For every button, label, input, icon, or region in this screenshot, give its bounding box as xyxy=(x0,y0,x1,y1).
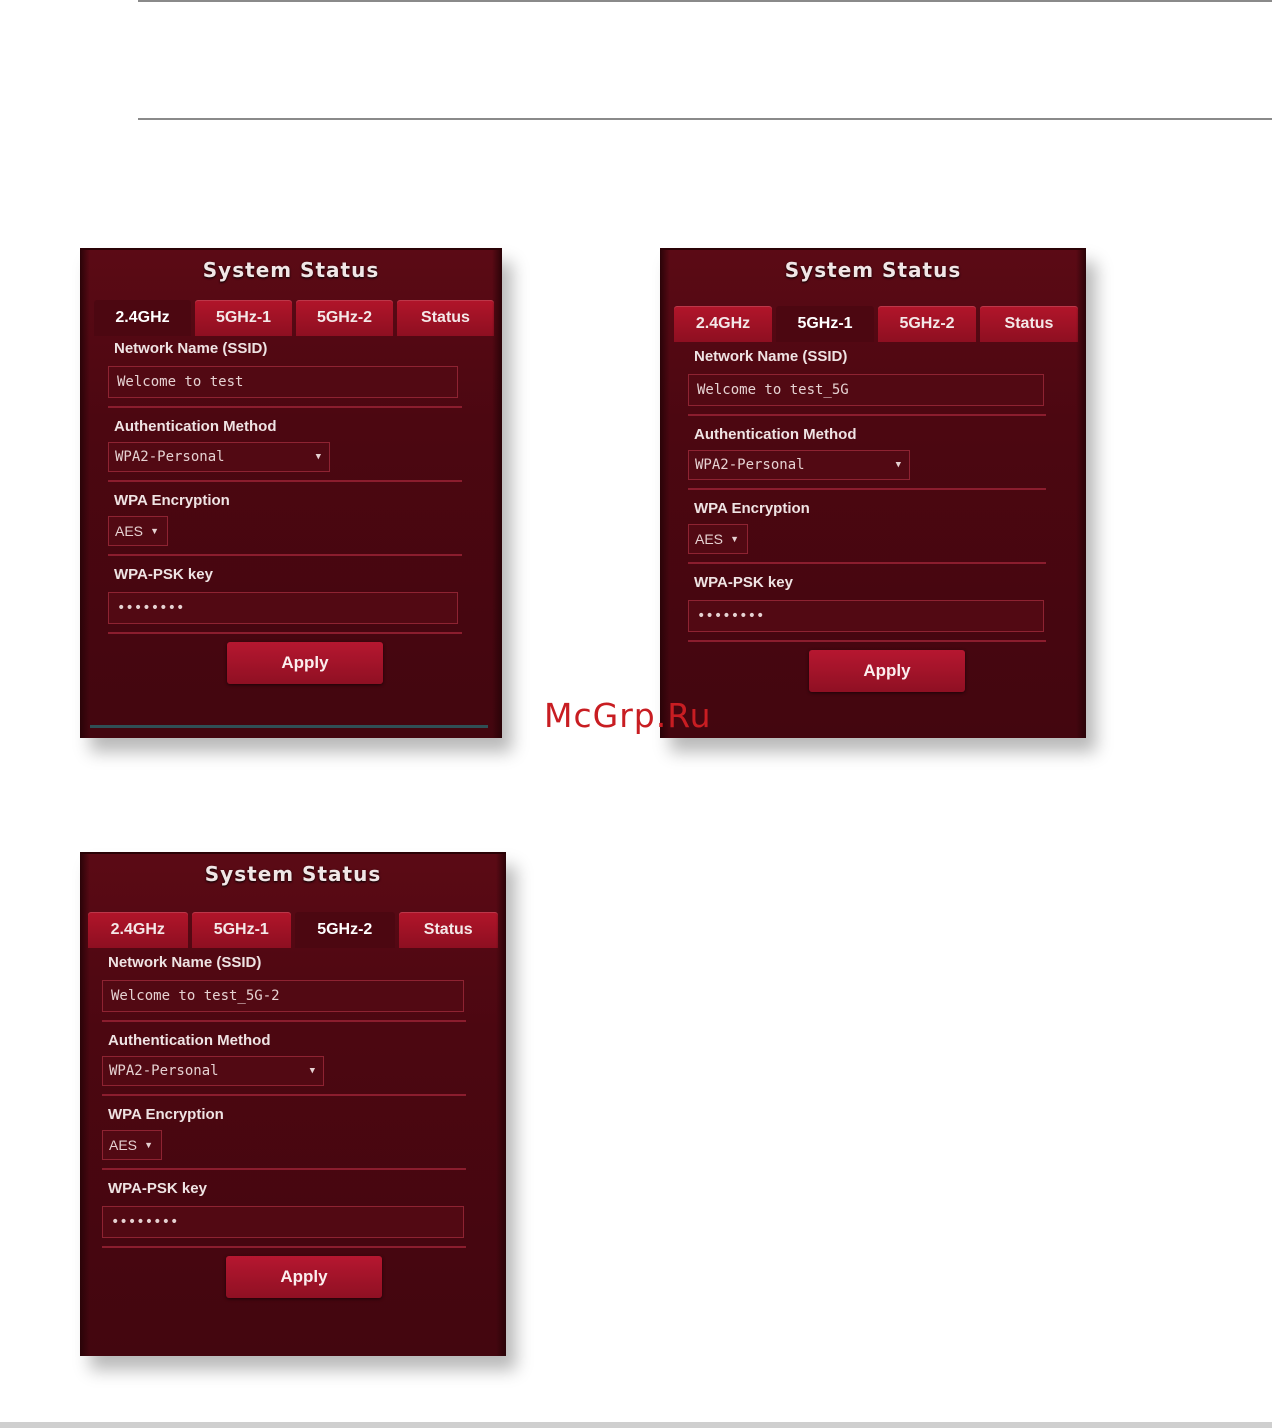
system-status-panel-2g: System Status 2.4GHz 5GHz-1 5GHz-2 Statu… xyxy=(80,248,502,738)
panel-title: System Status xyxy=(202,258,380,282)
ssid-field: Network Name (SSID) Welcome to test_5G-2 xyxy=(102,952,466,1012)
psk-label: WPA-PSK key xyxy=(114,566,213,583)
psk-input[interactable]: •••••••• xyxy=(108,592,458,624)
auth-field: Authentication Method WPA2-Personal ▼ xyxy=(688,424,1046,480)
header-rule xyxy=(138,118,1272,120)
divider xyxy=(102,1020,466,1022)
divider xyxy=(102,1168,466,1170)
tab-5ghz-2[interactable]: 5GHz-2 xyxy=(296,300,393,336)
caret-down-icon: ▼ xyxy=(730,534,739,544)
tab-2-4ghz[interactable]: 2.4GHz xyxy=(88,912,188,948)
psk-field: WPA-PSK key •••••••• xyxy=(102,1178,466,1238)
encryption-select[interactable]: AES ▼ xyxy=(688,524,748,554)
divider xyxy=(108,554,462,556)
auth-method-value: WPA2-Personal xyxy=(115,449,225,465)
divider xyxy=(688,562,1046,564)
tab-5ghz-2[interactable]: 5GHz-2 xyxy=(878,306,976,342)
encryption-select[interactable]: AES ▼ xyxy=(108,516,168,546)
panel-title: System Status xyxy=(784,258,962,282)
apply-button[interactable]: Apply xyxy=(227,642,383,684)
auth-method-select[interactable]: WPA2-Personal ▼ xyxy=(102,1056,324,1086)
band-tabs: 2.4GHz 5GHz-1 5GHz-2 Status xyxy=(674,306,1078,342)
psk-field: WPA-PSK key •••••••• xyxy=(688,572,1046,632)
divider xyxy=(102,1246,466,1248)
ssid-input[interactable]: Welcome to test_5G-2 xyxy=(102,980,464,1012)
auth-method-select[interactable]: WPA2-Personal ▼ xyxy=(108,442,330,472)
divider xyxy=(108,406,462,408)
ssid-input[interactable]: Welcome to test xyxy=(108,366,458,398)
encryption-value: AES xyxy=(115,523,144,539)
psk-label: WPA-PSK key xyxy=(694,574,793,591)
divider xyxy=(102,1094,466,1096)
encryption-field: WPA Encryption AES ▼ xyxy=(688,498,1046,554)
caret-down-icon: ▼ xyxy=(895,460,901,470)
ssid-label: Network Name (SSID) xyxy=(108,954,262,971)
divider xyxy=(688,414,1046,416)
wireless-form: Network Name (SSID) Welcome to test_5G A… xyxy=(688,346,1046,692)
caret-down-icon: ▼ xyxy=(150,526,159,536)
auth-label: Authentication Method xyxy=(114,418,277,435)
wireless-form: Network Name (SSID) Welcome to test Auth… xyxy=(108,338,462,684)
bottom-strip xyxy=(90,725,488,728)
auth-method-value: WPA2-Personal xyxy=(109,1063,219,1079)
band-tabs: 2.4GHz 5GHz-1 5GHz-2 Status xyxy=(94,300,494,336)
tab-5ghz-1[interactable]: 5GHz-1 xyxy=(195,300,292,336)
apply-button[interactable]: Apply xyxy=(809,650,965,692)
ssid-label: Network Name (SSID) xyxy=(114,340,268,357)
wireless-form: Network Name (SSID) Welcome to test_5G-2… xyxy=(102,952,466,1298)
auth-field: Authentication Method WPA2-Personal ▼ xyxy=(108,416,462,472)
tab-2-4ghz[interactable]: 2.4GHz xyxy=(94,300,191,336)
divider xyxy=(108,632,462,634)
band-tabs: 2.4GHz 5GHz-1 5GHz-2 Status xyxy=(88,912,498,948)
encryption-label: WPA Encryption xyxy=(108,1106,224,1123)
system-status-panel-5g-1: System Status 2.4GHz 5GHz-1 5GHz-2 Statu… xyxy=(660,248,1086,738)
ssid-input[interactable]: Welcome to test_5G xyxy=(688,374,1044,406)
bottom-rule xyxy=(0,1422,1272,1428)
tab-status[interactable]: Status xyxy=(397,300,494,336)
psk-field: WPA-PSK key •••••••• xyxy=(108,564,462,624)
system-status-panel-5g-2: System Status 2.4GHz 5GHz-1 5GHz-2 Statu… xyxy=(80,852,506,1356)
psk-input[interactable]: •••••••• xyxy=(688,600,1044,632)
encryption-value: AES xyxy=(695,531,724,547)
auth-label: Authentication Method xyxy=(694,426,857,443)
tab-2-4ghz[interactable]: 2.4GHz xyxy=(674,306,772,342)
tab-5ghz-1[interactable]: 5GHz-1 xyxy=(191,912,291,948)
auth-method-value: WPA2-Personal xyxy=(695,457,805,473)
ssid-field: Network Name (SSID) Welcome to test xyxy=(108,338,462,398)
tab-status[interactable]: Status xyxy=(398,912,498,948)
auth-method-select[interactable]: WPA2-Personal ▼ xyxy=(688,450,910,480)
tab-5ghz-1[interactable]: 5GHz-1 xyxy=(776,306,874,342)
caret-down-icon: ▼ xyxy=(309,1066,315,1076)
encryption-field: WPA Encryption AES ▼ xyxy=(108,490,462,546)
watermark-text: McGrp.Ru xyxy=(544,696,712,735)
top-rule xyxy=(138,0,1272,2)
psk-input[interactable]: •••••••• xyxy=(102,1206,464,1238)
divider xyxy=(688,488,1046,490)
divider xyxy=(688,640,1046,642)
caret-down-icon: ▼ xyxy=(144,1140,153,1150)
ssid-label: Network Name (SSID) xyxy=(694,348,848,365)
apply-button[interactable]: Apply xyxy=(226,1256,382,1298)
auth-field: Authentication Method WPA2-Personal ▼ xyxy=(102,1030,466,1086)
encryption-select[interactable]: AES ▼ xyxy=(102,1130,162,1160)
tab-status[interactable]: Status xyxy=(980,306,1078,342)
encryption-field: WPA Encryption AES ▼ xyxy=(102,1104,466,1160)
divider xyxy=(108,480,462,482)
encryption-value: AES xyxy=(109,1137,138,1153)
psk-label: WPA-PSK key xyxy=(108,1180,207,1197)
ssid-field: Network Name (SSID) Welcome to test_5G xyxy=(688,346,1046,406)
encryption-label: WPA Encryption xyxy=(694,500,810,517)
caret-down-icon: ▼ xyxy=(315,452,321,462)
auth-label: Authentication Method xyxy=(108,1032,271,1049)
tab-5ghz-2[interactable]: 5GHz-2 xyxy=(295,912,395,948)
encryption-label: WPA Encryption xyxy=(114,492,230,509)
panel-title: System Status xyxy=(204,862,382,886)
